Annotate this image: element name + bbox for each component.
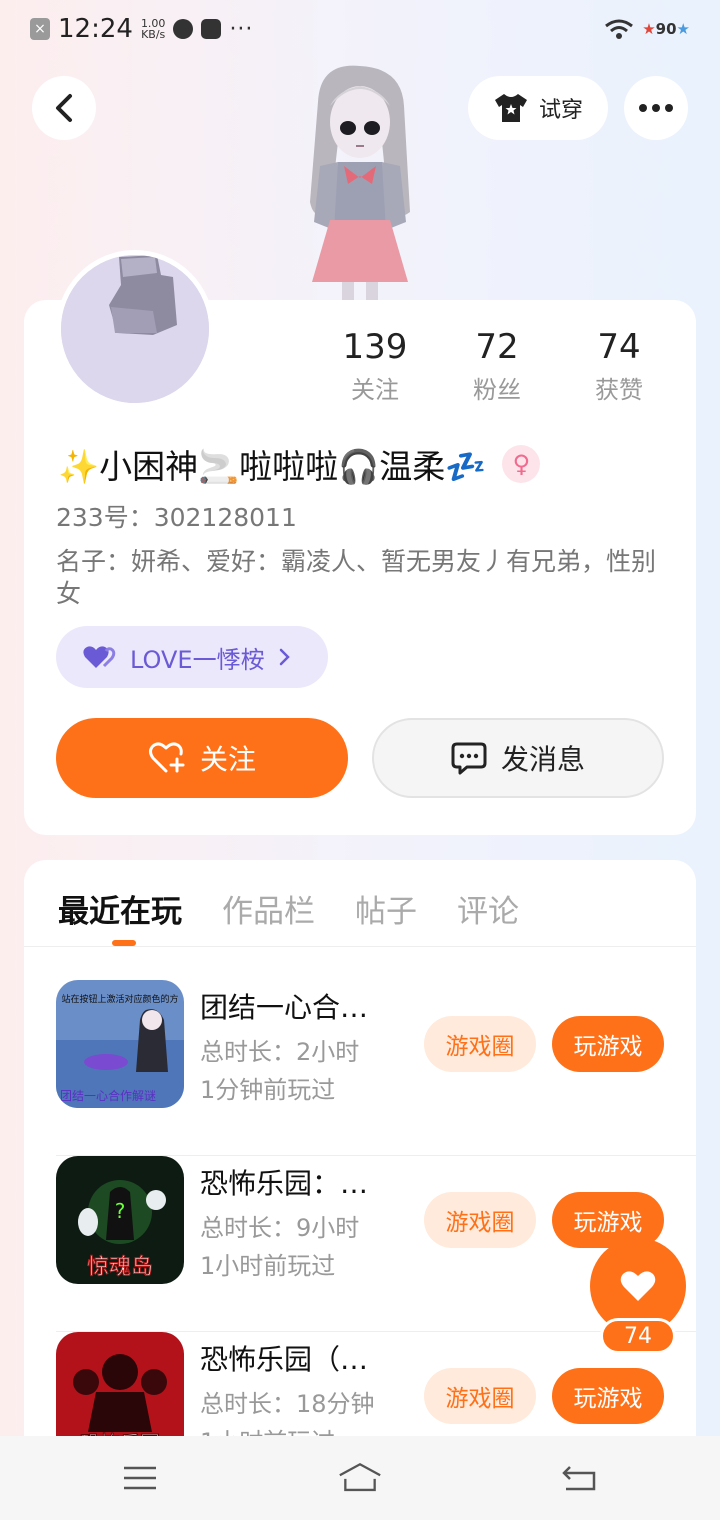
send-message-button[interactable]: 发消息: [372, 718, 664, 798]
stat-likes[interactable]: 74 获赞: [558, 326, 680, 405]
status-bar: × 12:24 1.00 KB/s ··· ★90★: [0, 0, 720, 64]
more-notifications-icon: ···: [229, 16, 254, 42]
status-time: 12:24: [58, 14, 133, 44]
play-game-button[interactable]: 玩游戏: [552, 1016, 664, 1072]
follow-label: 关注: [199, 743, 256, 776]
game-duration: 总时长：2小时: [200, 1038, 360, 1066]
try-on-button[interactable]: 试穿: [468, 76, 608, 140]
game-thumbnail-text: 团结一心合作解谜: [60, 1088, 156, 1103]
tab-recently-played[interactable]: 最近在玩: [58, 886, 182, 931]
tab-comments[interactable]: 评论: [457, 886, 519, 931]
system-back-button[interactable]: [558, 1456, 602, 1500]
chevron-right-icon: [279, 648, 290, 666]
following-label: 关注: [351, 376, 399, 404]
fans-label: 粉丝: [473, 376, 521, 404]
more-dot-icon: [652, 104, 660, 112]
heart-icon: [620, 1271, 656, 1301]
game-row[interactable]: 站在按钮上激活对应颜色的方 团结一心合作解谜 团结一心合… 总时长：2小时 1分…: [56, 980, 696, 1156]
menu-button[interactable]: [118, 1456, 162, 1500]
more-dot-icon: [639, 104, 647, 112]
game-thumbnail-image: ? 惊魂岛: [56, 1156, 184, 1284]
game-circle-button[interactable]: 游戏圈: [424, 1368, 536, 1424]
game-thumbnail-text: 惊魂岛: [87, 1255, 153, 1280]
back-button[interactable]: [32, 76, 96, 140]
svg-text:?: ?: [115, 1199, 126, 1223]
content-card: 最近在玩 作品栏 帖子 评论 站在按钮上激活对应颜色的方 团结一心合作解谜 团结…: [24, 860, 696, 1520]
tab-posts[interactable]: 帖子: [355, 886, 417, 931]
game-title[interactable]: 恐怖乐园：…: [200, 1162, 400, 1202]
game-duration: 总时长：18分钟: [200, 1390, 375, 1418]
chat-bubble-icon: [451, 742, 487, 775]
game-title[interactable]: 恐怖乐园（…: [200, 1338, 400, 1378]
game-thumbnail[interactable]: 站在按钮上激活对应颜色的方 团结一心合作解谜: [56, 980, 184, 1108]
content-tabs: 最近在玩 作品栏 帖子 评论: [58, 886, 519, 931]
following-count: 139: [342, 327, 408, 367]
game-last-played: 1小时前玩过: [200, 1252, 336, 1280]
avatar-image: [61, 255, 209, 403]
network-speed: 1.00 KB/s: [141, 18, 166, 40]
return-icon: [562, 1466, 596, 1491]
nickname-row: ✨小困神🚬啦啦啦🎧温柔💤 ♀: [58, 440, 541, 488]
female-gender-icon: ♀: [502, 445, 541, 483]
media-notification-icon: [201, 19, 222, 39]
avatar[interactable]: [56, 250, 214, 408]
system-navigation-bar: [0, 1436, 720, 1520]
back-arrow-icon: [56, 94, 72, 122]
game-circle-button[interactable]: 游戏圈: [424, 1016, 536, 1072]
like-count-badge: 74: [600, 1318, 676, 1354]
home-button[interactable]: [338, 1456, 382, 1500]
avatar-figure[interactable]: [290, 62, 430, 302]
bio-text: 名子：妍希、爱好：霸凌人、暂无男友丿有兄弟，性别女: [56, 547, 657, 608]
game-thumbnail-caption: 站在按钮上激活对应颜色的方: [61, 993, 178, 1005]
nickname: ✨小困神🚬啦啦啦🎧温柔💤: [58, 447, 487, 486]
notification-icon: ×: [30, 18, 50, 40]
relationship-tag-label: LOVE一悸桉: [130, 645, 265, 674]
stat-fans[interactable]: 72 粉丝: [436, 326, 558, 405]
follow-button[interactable]: 关注: [56, 718, 348, 798]
game-thumbnail[interactable]: ? 惊魂岛: [56, 1156, 184, 1284]
likes-label: 获赞: [595, 376, 643, 404]
game-title[interactable]: 团结一心合…: [200, 986, 400, 1026]
battery-level: 90: [655, 20, 677, 38]
tab-works[interactable]: 作品栏: [222, 886, 315, 931]
game-thumbnail-image: 站在按钮上激活对应颜色的方 团结一心合作解谜: [56, 980, 184, 1108]
try-on-label: 试穿: [538, 98, 583, 123]
wifi-icon: [605, 19, 634, 39]
game-duration: 总时长：9小时: [200, 1214, 360, 1242]
tabs-divider: [24, 946, 696, 947]
profile-stats: 139 关注 72 粉丝 74 获赞: [314, 326, 680, 405]
speed-unit: KB/s: [141, 28, 166, 41]
game-circle-button[interactable]: 游戏圈: [424, 1192, 536, 1248]
game-last-played: 1分钟前玩过: [200, 1076, 336, 1104]
stat-following[interactable]: 139 关注: [314, 326, 436, 405]
double-heart-icon: [83, 646, 116, 668]
heart-add-icon: [148, 742, 185, 773]
play-game-button[interactable]: 玩游戏: [552, 1368, 664, 1424]
app-notification-icon: [173, 19, 194, 39]
user-id[interactable]: 233号：302128011: [56, 498, 297, 534]
likes-count: 74: [597, 327, 641, 367]
send-message-label: 发消息: [500, 743, 585, 776]
relationship-tag[interactable]: LOVE一悸桉: [56, 626, 328, 688]
home-icon: [339, 1462, 381, 1492]
battery-indicator: ★90★: [642, 20, 690, 38]
more-dot-icon: [665, 104, 673, 112]
fans-count: 72: [475, 327, 519, 367]
shirt-icon: [494, 94, 527, 122]
more-options-button[interactable]: [624, 76, 688, 140]
menu-icon: [124, 1466, 156, 1490]
